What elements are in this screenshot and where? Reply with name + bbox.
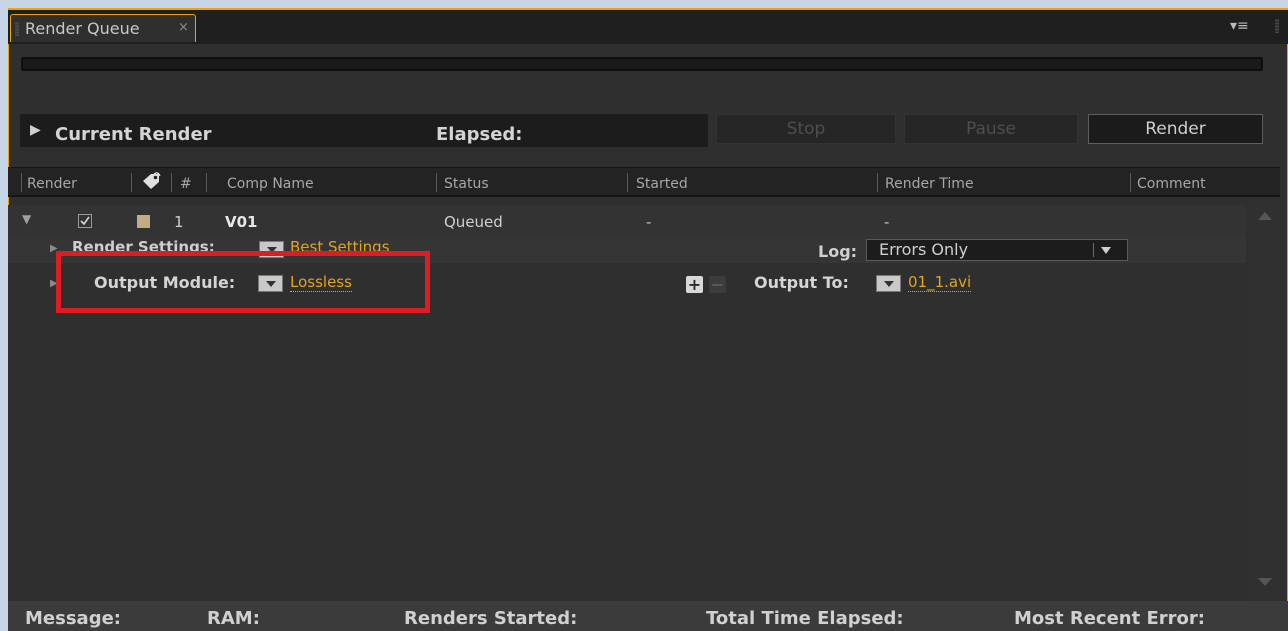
expand-arrow-icon[interactable]: ▶ — [30, 122, 41, 138]
current-render-title: Current Render — [55, 124, 212, 145]
log-label: Log: — [818, 242, 858, 261]
collapse-arrow-icon[interactable]: ▼ — [22, 212, 31, 226]
output-to-label: Output To: — [754, 273, 849, 292]
scroll-up-icon[interactable] — [1258, 212, 1272, 220]
vertical-scrollbar[interactable] — [1248, 203, 1280, 601]
header-started[interactable]: Started — [636, 176, 688, 192]
scroll-down-icon[interactable] — [1258, 578, 1272, 586]
renders-started-label: Renders Started: — [404, 608, 578, 629]
output-to-dropdown[interactable] — [876, 275, 901, 292]
item-status: Queued — [444, 213, 503, 231]
header-render-time[interactable]: Render Time — [885, 176, 974, 192]
item-number: 1 — [174, 213, 184, 231]
column-divider[interactable] — [627, 173, 628, 192]
column-divider[interactable] — [877, 173, 878, 192]
add-output-module-button[interactable]: + — [686, 276, 703, 293]
ram-label: RAM: — [207, 608, 260, 629]
item-started: - — [646, 213, 652, 231]
highlight-box — [56, 251, 430, 313]
header-render[interactable]: Render — [27, 176, 77, 192]
tab-render-queue[interactable]: Render Queue × — [10, 14, 196, 42]
render-button[interactable]: Render — [1088, 114, 1263, 144]
total-time-elapsed-label: Total Time Elapsed: — [706, 608, 904, 629]
log-select-value: Errors Only — [879, 240, 969, 259]
most-recent-error-label: Most Recent Error: — [1014, 608, 1205, 629]
stop-button[interactable]: Stop — [716, 114, 896, 144]
label-tag-icon[interactable] — [140, 172, 162, 192]
column-divider[interactable] — [1130, 173, 1131, 192]
grip-icon[interactable] — [15, 22, 19, 36]
column-divider[interactable] — [206, 173, 207, 192]
remove-output-module-button[interactable]: − — [709, 276, 726, 293]
header-number[interactable]: # — [180, 176, 192, 192]
column-divider[interactable] — [171, 173, 172, 192]
column-divider[interactable] — [436, 173, 437, 192]
grip-icon[interactable] — [1275, 19, 1279, 33]
panel-menu-icon[interactable]: ▾≡ — [1230, 18, 1249, 34]
pause-button[interactable]: Pause — [904, 114, 1078, 144]
close-icon[interactable]: × — [178, 20, 189, 35]
output-to-value[interactable]: 01_1.avi — [908, 273, 972, 292]
panel-tab-bar: Render Queue × ▾≡ — [8, 8, 1288, 44]
chevron-down-icon[interactable] — [1101, 247, 1111, 254]
item-render-time: - — [884, 213, 890, 231]
message-label: Message: — [25, 608, 121, 629]
queue-list-area — [8, 263, 1246, 601]
column-divider[interactable] — [21, 173, 22, 192]
render-progress-bar — [21, 57, 1263, 71]
select-divider — [1093, 243, 1094, 257]
tab-label: Render Queue — [25, 19, 140, 38]
queue-item-row[interactable] — [8, 205, 1246, 235]
header-comment[interactable]: Comment — [1137, 176, 1206, 192]
elapsed-label: Elapsed: — [436, 124, 523, 145]
render-checkbox[interactable] — [78, 214, 92, 228]
label-color-swatch[interactable] — [137, 215, 150, 228]
item-comp-name[interactable]: V01 — [225, 213, 257, 231]
column-divider[interactable] — [131, 173, 132, 192]
log-select[interactable]: Errors Only — [866, 239, 1128, 261]
header-comp-name[interactable]: Comp Name — [227, 176, 314, 192]
header-status[interactable]: Status — [444, 176, 489, 192]
check-icon — [80, 216, 90, 226]
